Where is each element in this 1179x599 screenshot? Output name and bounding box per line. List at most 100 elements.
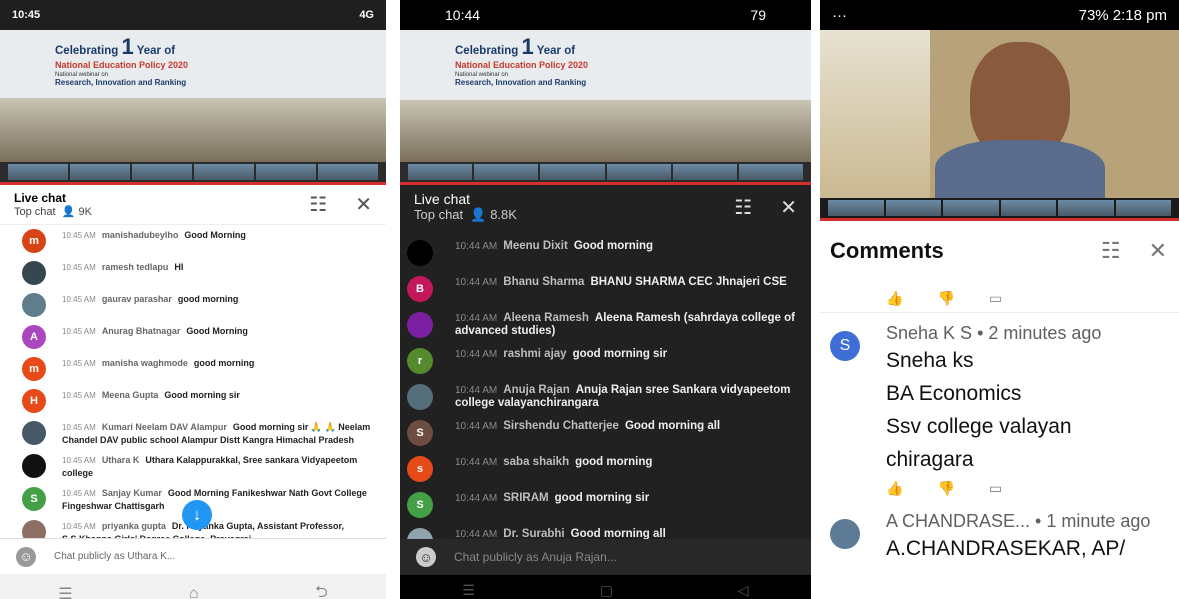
- chat-message-list[interactable]: 10:44 AM Meenu Dixit Good morning B 10:44 AM…: [400, 229, 811, 539]
- status-battery: 79: [750, 7, 766, 23]
- avatar: A: [22, 325, 46, 349]
- message-author: Anurag Bhatnagar: [101, 326, 181, 336]
- chat-message[interactable]: 10:45 AM Kumari Neelam DAV Alampur Good mo…: [0, 417, 386, 450]
- chat-input-bar[interactable]: ☺ Chat publicly as Uthara K...: [0, 538, 386, 574]
- close-icon[interactable]: ✕: [780, 195, 797, 220]
- message-time: 10:44 AM: [455, 277, 498, 288]
- chat-message[interactable]: s 10:44 AM saba shaikh good morning: [400, 451, 811, 487]
- tune-icon[interactable]: ☷: [734, 195, 752, 220]
- chat-message[interactable]: S 10:44 AM SRIRAM good morning sir: [400, 487, 811, 523]
- avatar: [407, 240, 433, 266]
- message-author: Anuja Rajan: [503, 384, 570, 396]
- chat-message[interactable]: r 10:44 AM rashmi ajay good morning sir: [400, 343, 811, 379]
- chat-message[interactable]: 10:45 AM gaurav parashar good morning: [0, 289, 386, 321]
- message-author: Aleena Ramesh: [503, 312, 589, 324]
- chat-filter[interactable]: Top chat 👤 8.8K: [414, 207, 517, 223]
- chat-input[interactable]: Chat publicly as Uthara K...: [54, 551, 175, 562]
- chat-input-bar[interactable]: ☺ Chat publicly as Anuja Rajan...: [400, 539, 811, 575]
- message-text: Good morning all: [624, 420, 721, 432]
- chat-message[interactable]: m 10:45 AM manishadubeylho Good Morning: [0, 225, 386, 257]
- sort-icon[interactable]: ☷: [1101, 238, 1121, 264]
- back-icon[interactable]: ◁: [738, 582, 749, 599]
- scroll-down-button[interactable]: ↓: [182, 500, 212, 530]
- viewer-count: 9K: [78, 206, 92, 218]
- chat-message[interactable]: S 10:44 AM Sirshendu Chatterjee Good mornin…: [400, 415, 811, 451]
- message-author: rashmi ajay: [503, 348, 567, 360]
- comments-title: Comments: [830, 238, 944, 263]
- comment-text: Ssv college valayan: [886, 415, 1072, 438]
- avatar: [407, 528, 433, 539]
- chat-message[interactable]: 10:45 AM Uthara K Uthara Kalappurakkal, Sr…: [0, 450, 386, 483]
- comment-list[interactable]: S Sneha K S • 2 minutes ago Sneha ks BA Eco…: [820, 313, 1179, 565]
- dislike-icon[interactable]: 👎: [937, 480, 954, 497]
- phone-screen-1: 10:45 4G Celebrating 1 Year of National …: [0, 0, 386, 599]
- avatar[interactable]: [830, 519, 860, 549]
- back-icon[interactable]: ⮌: [315, 581, 328, 599]
- participant-strip: [0, 162, 386, 182]
- status-battery-time: 73% 2:18 pm: [1078, 6, 1167, 24]
- menu-icon[interactable]: ☰: [58, 584, 72, 599]
- prev-comment-actions: 👍 👎 ▭: [820, 285, 1179, 313]
- like-icon[interactable]: 👍: [886, 480, 903, 497]
- avatar: S: [407, 492, 433, 518]
- reply-icon[interactable]: ▭: [989, 290, 1002, 307]
- like-icon[interactable]: 👍: [886, 290, 903, 307]
- message-text: good morning: [193, 358, 255, 368]
- close-icon[interactable]: ✕: [355, 192, 372, 217]
- chat-message[interactable]: 10:44 AM Anuja Rajan Anuja Rajan sree Sank…: [400, 379, 811, 415]
- comment-meta: Sneha K S • 2 minutes ago: [886, 323, 1102, 343]
- close-icon[interactable]: ✕: [1149, 238, 1167, 264]
- message-text: Good Morning: [184, 230, 246, 240]
- meeting-room-image: [400, 100, 811, 162]
- avatar: s: [407, 456, 433, 482]
- chat-title: Live chat: [14, 191, 67, 205]
- comment: S Sneha K S • 2 minutes ago Sneha ks BA Eco…: [820, 323, 1179, 497]
- message-author: manisha waghmode: [101, 358, 188, 368]
- avatar: H: [22, 389, 46, 413]
- message-author: Sanjay Kumar: [101, 488, 162, 498]
- message-time: 10:45 AM: [62, 522, 96, 531]
- comments-header: Comments ☷ ✕: [820, 221, 1179, 281]
- avatar[interactable]: S: [830, 331, 860, 361]
- avatar: [22, 261, 46, 285]
- message-author: ramesh tedlapu: [101, 262, 169, 272]
- tune-icon[interactable]: ☷: [309, 192, 327, 217]
- chat-message-list[interactable]: m 10:45 AM manishadubeylho Good Morning 10:4…: [0, 225, 386, 538]
- home-icon[interactable]: ⌂: [189, 585, 199, 599]
- chat-message[interactable]: 10:45 AM ramesh tedlapu HI: [0, 257, 386, 289]
- message-time: 10:44 AM: [455, 349, 498, 360]
- video-player[interactable]: Celebrating 1 Year of National Education…: [400, 30, 811, 182]
- message-author: manishadubeylho: [101, 230, 179, 240]
- phone-screen-2: 10:44 79 Celebrating 1 Year of National …: [400, 0, 811, 599]
- menu-icon[interactable]: ☰: [462, 582, 475, 599]
- reply-icon[interactable]: ▭: [989, 480, 1002, 497]
- chat-message[interactable]: B 10:44 AM Bhanu Sharma BHANU SHARMA CEC Jh…: [400, 271, 811, 307]
- comment-text: A.CHANDRASEKAR, AP/: [886, 537, 1126, 560]
- message-time: 10:45 AM: [62, 391, 96, 400]
- dislike-icon[interactable]: 👎: [937, 290, 954, 307]
- chat-message[interactable]: H 10:45 AM Meena Gupta Good morning sir: [0, 385, 386, 417]
- nav-bar: ☰ ▢ ◁: [400, 575, 811, 599]
- webinar-banner: Celebrating 1 Year of National Education…: [455, 34, 589, 87]
- chat-message[interactable]: 10:44 AM Meenu Dixit Good morning: [400, 235, 811, 271]
- emoji-icon[interactable]: ☺: [16, 546, 36, 567]
- message-time: 10:44 AM: [455, 385, 498, 396]
- video-player[interactable]: Celebrating 1 Year of National Education…: [0, 30, 386, 182]
- webinar-banner: Celebrating 1 Year of National Education…: [55, 34, 189, 87]
- message-author: gaurav parashar: [101, 294, 172, 304]
- message-author: Sirshendu Chatterjee: [503, 420, 619, 432]
- video-player[interactable]: [820, 30, 1179, 218]
- message-time: 10:45 AM: [62, 489, 96, 498]
- chat-message[interactable]: m 10:45 AM manisha waghmode good morning: [0, 353, 386, 385]
- chat-message[interactable]: 10:44 AM Dr. Surabhi Good morning all: [400, 523, 811, 539]
- comment-text: Sneha ks: [886, 349, 974, 372]
- message-text: BHANU SHARMA CEC Jhnajeri CSE: [590, 276, 787, 288]
- chat-message[interactable]: 10:44 AM Aleena Ramesh Aleena Ramesh (sahr…: [400, 307, 811, 343]
- home-icon[interactable]: ▢: [600, 582, 613, 599]
- chat-filter[interactable]: Top chat 👤 9K: [14, 205, 92, 218]
- chat-message[interactable]: A 10:45 AM Anurag Bhatnagar Good Morning: [0, 321, 386, 353]
- chat-title: Live chat: [414, 191, 471, 207]
- emoji-icon[interactable]: ☺: [416, 547, 436, 567]
- chat-header: Live chat Top chat 👤 9K ☷ ✕: [0, 185, 386, 225]
- chat-input[interactable]: Chat publicly as Anuja Rajan...: [454, 550, 617, 564]
